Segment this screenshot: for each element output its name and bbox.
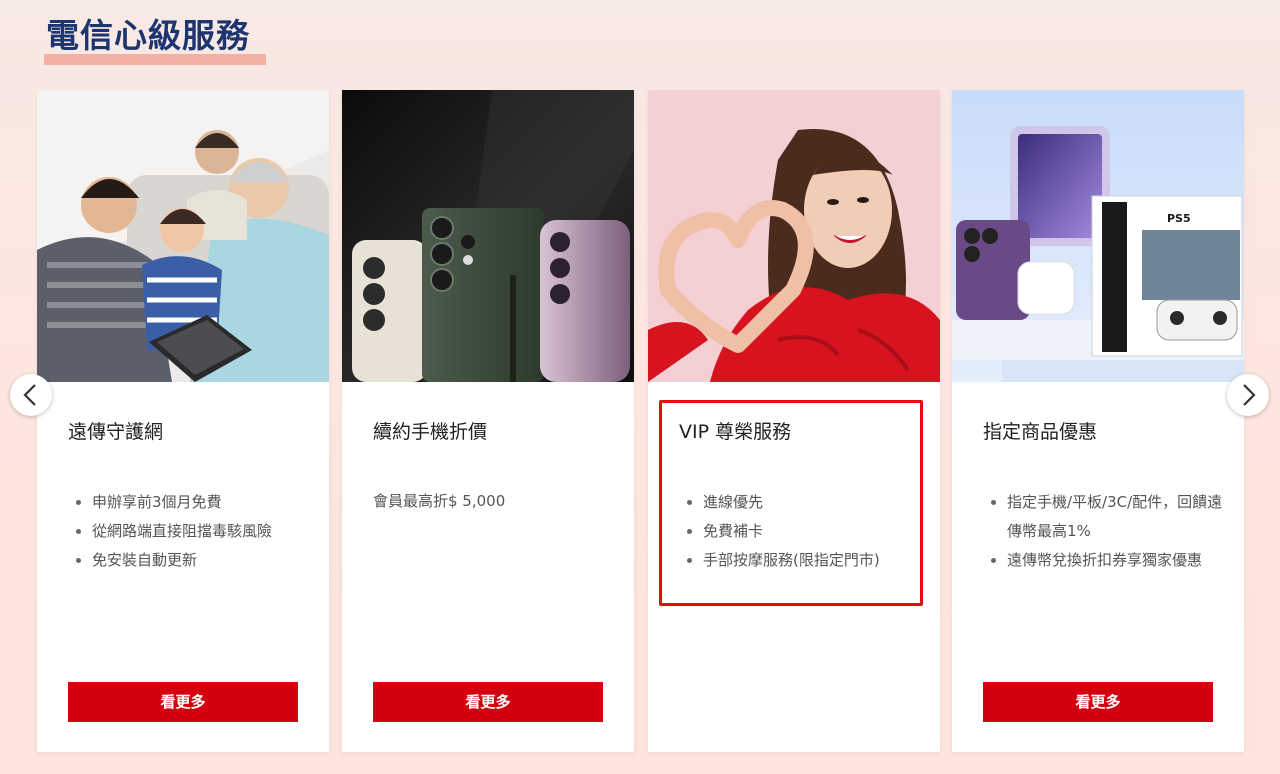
list-item: 免安裝自動更新: [92, 546, 314, 575]
service-card-vip[interactable]: VIP 尊榮服務 進線優先 免費補卡 手部按摩服務(限指定門市): [648, 90, 940, 752]
woman-heart-hands-photo: [648, 90, 940, 382]
list-item: 指定手機/平板/3C/配件，回饋遠傳幣最高1%: [1007, 488, 1229, 546]
carousel-prev-button[interactable]: [10, 374, 52, 416]
family-with-tablet-photo: [37, 90, 329, 382]
card-feature-list: 指定手機/平板/3C/配件，回饋遠傳幣最高1% 遠傳幣兌換折扣券享獨家優惠: [983, 488, 1229, 575]
list-item: 遠傳幣兌換折扣券享獨家優惠: [1007, 546, 1229, 575]
svg-text:PS5: PS5: [1167, 212, 1191, 225]
carousel-next-button[interactable]: [1227, 374, 1269, 416]
list-item: 從網路端直接阻擋毒駭風險: [92, 517, 314, 546]
highlight-box: [659, 400, 923, 606]
see-more-button[interactable]: 看更多: [983, 682, 1213, 722]
service-card-product-offers[interactable]: PS5 指定商品優惠 指定手機/平板/3C/配件，回饋遠傳幣最高1% 遠傳幣兌換…: [952, 90, 1244, 752]
devices-and-console-photo: PS5: [952, 90, 1244, 382]
see-more-button[interactable]: 看更多: [68, 682, 298, 722]
card-title: 遠傳守護網: [68, 421, 164, 443]
card-title: 指定商品優惠: [983, 421, 1098, 443]
smartphones-photo: [342, 90, 634, 382]
chevron-left-icon: [23, 384, 36, 406]
list-item: 申辦享前3個月免費: [92, 488, 314, 517]
section-title-text: 電信心級服務: [46, 16, 250, 55]
card-title: 續約手機折價: [373, 421, 488, 443]
chevron-right-icon: [1243, 384, 1256, 406]
see-more-button[interactable]: 看更多: [373, 682, 603, 722]
card-feature-list: 申辦享前3個月免費 從網路端直接阻擋毒駭風險 免安裝自動更新: [68, 488, 314, 575]
service-card-guard-net[interactable]: 遠傳守護網 申辦享前3個月免費 從網路端直接阻擋毒駭風險 免安裝自動更新 看更多: [37, 90, 329, 752]
service-card-renewal-discount[interactable]: 續約手機折價 會員最高折$ 5,000 看更多: [342, 90, 634, 752]
card-description: 會員最高折$ 5,000: [373, 492, 506, 510]
